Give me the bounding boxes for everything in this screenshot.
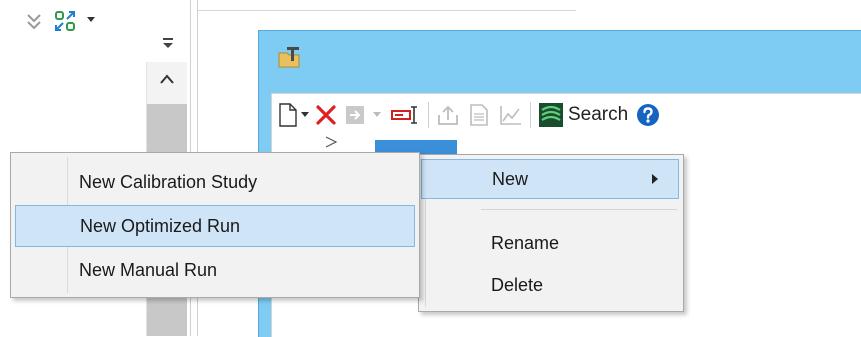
menu-item-rename[interactable]: Rename — [421, 223, 679, 263]
tree-expand-arrow-icon[interactable] — [324, 136, 338, 148]
menu-item-label: New Calibration Study — [79, 171, 258, 192]
new-button[interactable] — [278, 102, 310, 128]
sync-nodes-icon[interactable] — [54, 10, 80, 32]
dropdown-arrow-icon[interactable] — [372, 111, 382, 119]
search-button[interactable]: Search — [538, 102, 628, 128]
panel-menu-icon[interactable] — [160, 34, 176, 50]
new-submenu: New Calibration Study New Optimized Run … — [10, 152, 420, 298]
scroll-up-icon[interactable] — [155, 68, 179, 92]
export-button[interactable] — [436, 102, 460, 128]
dropdown-arrow-icon[interactable] — [300, 111, 310, 119]
report-button[interactable] — [468, 102, 490, 128]
menu-item-label: Delete — [491, 274, 544, 295]
menu-item-label: New Manual Run — [79, 259, 218, 280]
rename-button[interactable] — [390, 102, 420, 128]
delete-button[interactable] — [314, 102, 338, 128]
delete-x-icon — [316, 105, 336, 125]
toolbar-separator — [530, 102, 531, 128]
menu-item-label: New Optimized Run — [80, 215, 241, 236]
context-menu: New Rename Delete — [418, 154, 684, 312]
menu-item-new-calibration-study[interactable]: New Calibration Study — [15, 161, 415, 203]
menu-item-new[interactable]: New — [421, 159, 679, 199]
menu-item-delete[interactable]: Delete — [421, 265, 679, 305]
dropdown-arrow-icon[interactable] — [86, 16, 96, 24]
search-label: Search — [568, 104, 629, 125]
new-document-icon — [279, 103, 297, 127]
help-button[interactable] — [636, 102, 660, 128]
toolbar-separator — [428, 102, 429, 128]
menu-item-new-optimized-run[interactable]: New Optimized Run — [15, 205, 415, 247]
menu-item-label: New — [492, 168, 529, 189]
help-question-icon — [637, 104, 659, 126]
search-logo-icon — [539, 103, 563, 127]
toolbar: Search — [271, 93, 861, 136]
menu-item-new-manual-run[interactable]: New Manual Run — [15, 249, 415, 291]
folder-tools-icon — [278, 47, 300, 68]
import-button[interactable] — [344, 102, 382, 128]
rename-field-icon — [391, 106, 417, 124]
double-chevron-down-icon[interactable] — [24, 12, 44, 32]
line-chart-icon — [500, 106, 521, 125]
submenu-arrow-icon — [652, 174, 658, 184]
import-arrow-icon — [346, 106, 364, 124]
menu-separator — [481, 209, 677, 210]
chart-button[interactable] — [498, 102, 524, 128]
export-up-icon — [438, 105, 458, 125]
report-document-icon — [470, 104, 488, 126]
menu-item-label: Rename — [491, 232, 560, 253]
top-border — [198, 10, 576, 11]
